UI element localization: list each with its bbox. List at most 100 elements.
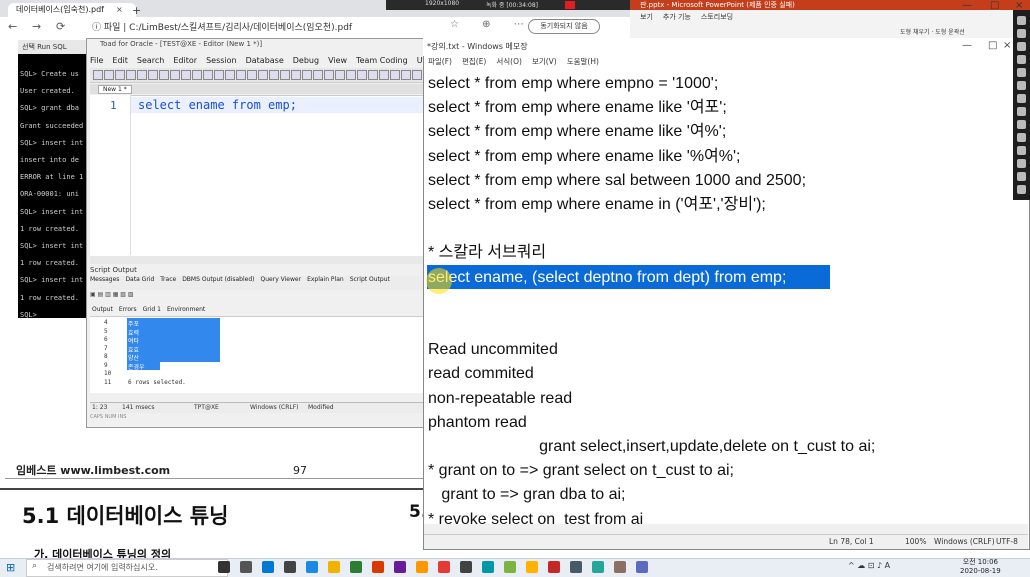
pen-tool-icon[interactable] (1017, 133, 1026, 142)
toolbar-icon[interactable] (368, 70, 378, 80)
toolbar-icon[interactable] (412, 70, 422, 80)
pen-tool-icon[interactable] (1017, 29, 1026, 38)
pen-tool-icon[interactable] (1017, 172, 1026, 181)
taskbar-app-icon[interactable] (526, 561, 538, 573)
url-field[interactable]: ⓘ 파일 | C:/LimBest/스킬셔프트/김리사/데이터베이스(임오천).… (92, 20, 352, 33)
taskbar-app-icon[interactable] (328, 561, 340, 573)
toolbar-icon[interactable] (302, 70, 312, 80)
toolbar-icon[interactable] (291, 70, 301, 80)
menu-item-session[interactable]: Session (206, 56, 237, 65)
taskbar-app-icon[interactable] (372, 561, 384, 573)
taskbar-app-icon[interactable] (240, 561, 252, 573)
toolbar-icon[interactable] (346, 70, 356, 80)
output-toolbar[interactable]: ▣ ▤ ▥ ▦ ▧ ▨ (90, 291, 134, 301)
taskbar-app-icon[interactable] (570, 561, 582, 573)
taskbar-app-icon[interactable] (504, 561, 516, 573)
notepad-menu-item[interactable]: 서식(O) (496, 57, 522, 66)
notepad-minimize-icon[interactable]: — (962, 40, 972, 51)
reload-icon[interactable]: ⟳ (56, 20, 65, 33)
toolbar-icon[interactable] (181, 70, 191, 80)
output-tab[interactable]: Messages (90, 276, 119, 283)
taskbar-app-icon[interactable] (438, 561, 450, 573)
menu-item-edit[interactable]: Edit (112, 56, 128, 65)
menu-item-database[interactable]: Database (246, 56, 284, 65)
menu-item-editor[interactable]: Editor (173, 56, 197, 65)
pen-tool-icon[interactable] (1017, 159, 1026, 168)
pen-tool-icon[interactable] (1017, 68, 1026, 77)
toolbar-icon[interactable] (203, 70, 213, 80)
editor-scrollbar[interactable] (90, 256, 425, 264)
toolbar-icon[interactable] (225, 70, 235, 80)
menu-item-file[interactable]: File (90, 56, 103, 65)
taskbar-app-icon[interactable] (350, 561, 362, 573)
clock[interactable]: 오전 10:06 2020-08-19 (960, 558, 1001, 576)
pen-tool-icon[interactable] (1017, 55, 1026, 64)
ppt-tab[interactable]: 스토리보딩 (701, 13, 733, 21)
taskbar-app-icon[interactable] (460, 561, 472, 573)
taskbar-app-icon[interactable] (218, 561, 230, 573)
stop-record-icon[interactable] (565, 1, 575, 9)
toolbar-icon[interactable] (280, 70, 290, 80)
menu-item-view[interactable]: View (328, 56, 347, 65)
ppt-tab[interactable]: 보기 (640, 13, 653, 21)
address-bar-icons[interactable]: ☆ ⊕ ⋯ (450, 19, 534, 30)
start-icon[interactable]: ⊞ (6, 561, 15, 574)
pen-tool-icon[interactable] (1017, 42, 1026, 51)
notepad-maximize-icon[interactable]: □ (988, 40, 997, 51)
toolbar-icon[interactable] (401, 70, 411, 80)
toolbar-icon[interactable] (137, 70, 147, 80)
toolbar-icon[interactable] (170, 70, 180, 80)
sql-editor[interactable] (90, 95, 425, 256)
taskbar-app-icon[interactable] (482, 561, 494, 573)
toolbar-icon[interactable] (313, 70, 323, 80)
taskbar-app-icon[interactable] (592, 561, 604, 573)
output-tab[interactable]: Data Grid (125, 276, 154, 283)
menu-item-team-coding[interactable]: Team Coding (356, 56, 408, 65)
toolbar-icon[interactable] (247, 70, 257, 80)
sync-button[interactable]: 동기화되지 않음 (528, 19, 600, 34)
toolbar-icon[interactable] (258, 70, 268, 80)
toolbar-icon[interactable] (236, 70, 246, 80)
sql-console[interactable]: SQL> Create us User created. SQL> grant db… (18, 40, 88, 319)
output-tab[interactable]: DBMS Output (disabled) (182, 276, 254, 283)
notepad-menu-item[interactable]: 보기(V) (532, 57, 557, 66)
taskbar-app-icon[interactable] (284, 561, 296, 573)
toolbar-icon[interactable] (126, 70, 136, 80)
pen-tool-icon[interactable] (1017, 94, 1026, 103)
output-subtab[interactable]: Errors (119, 306, 137, 313)
toolbar-icon[interactable] (357, 70, 367, 80)
output-tab[interactable]: Query Viewer (261, 276, 302, 283)
pen-tool-icon[interactable] (1017, 16, 1026, 25)
pen-tool-icon[interactable] (1017, 146, 1026, 155)
toolbar-icon[interactable] (214, 70, 224, 80)
back-icon[interactable]: ← (8, 20, 17, 33)
taskbar-app-icon[interactable] (306, 561, 318, 573)
output-subtab[interactable]: Grid 1 (143, 306, 161, 313)
toolbar-icon[interactable] (115, 70, 125, 80)
taskbar-search[interactable]: 검색하려면 여기에 입력하십시오. (26, 559, 228, 577)
menu-item-search[interactable]: Search (137, 56, 164, 65)
forward-icon[interactable]: → (32, 20, 41, 33)
toolbar-icon[interactable] (335, 70, 345, 80)
pen-tool-icon[interactable] (1017, 107, 1026, 116)
notepad-menu-item[interactable]: 편집(E) (462, 57, 486, 66)
ppt-tab[interactable]: 추가 기능 (663, 13, 691, 21)
taskbar-app-icon[interactable] (394, 561, 406, 573)
toolbar-icon[interactable] (159, 70, 169, 80)
new-tab-button[interactable]: + (132, 4, 141, 17)
pen-tool-icon[interactable] (1017, 185, 1026, 194)
output-tab[interactable]: Explain Plan (307, 276, 344, 283)
notepad-scrollbar[interactable] (424, 524, 1028, 534)
toolbar-icon[interactable] (324, 70, 334, 80)
notepad-text-area[interactable]: select * from emp where empno = '1000'; s… (428, 72, 1018, 524)
close-tab-icon[interactable]: × (116, 5, 123, 14)
taskbar-app-icon[interactable] (262, 561, 274, 573)
toolbar-icon[interactable] (379, 70, 389, 80)
output-subtab[interactable]: Environment (167, 306, 205, 313)
toolbar-icon[interactable] (192, 70, 202, 80)
taskbar-app-icon[interactable] (548, 561, 560, 573)
output-tab[interactable]: Script Output (350, 276, 390, 283)
toolbar-icon[interactable] (104, 70, 114, 80)
toolbar-icon[interactable] (269, 70, 279, 80)
editor-tab[interactable]: New 1 * (98, 85, 132, 94)
